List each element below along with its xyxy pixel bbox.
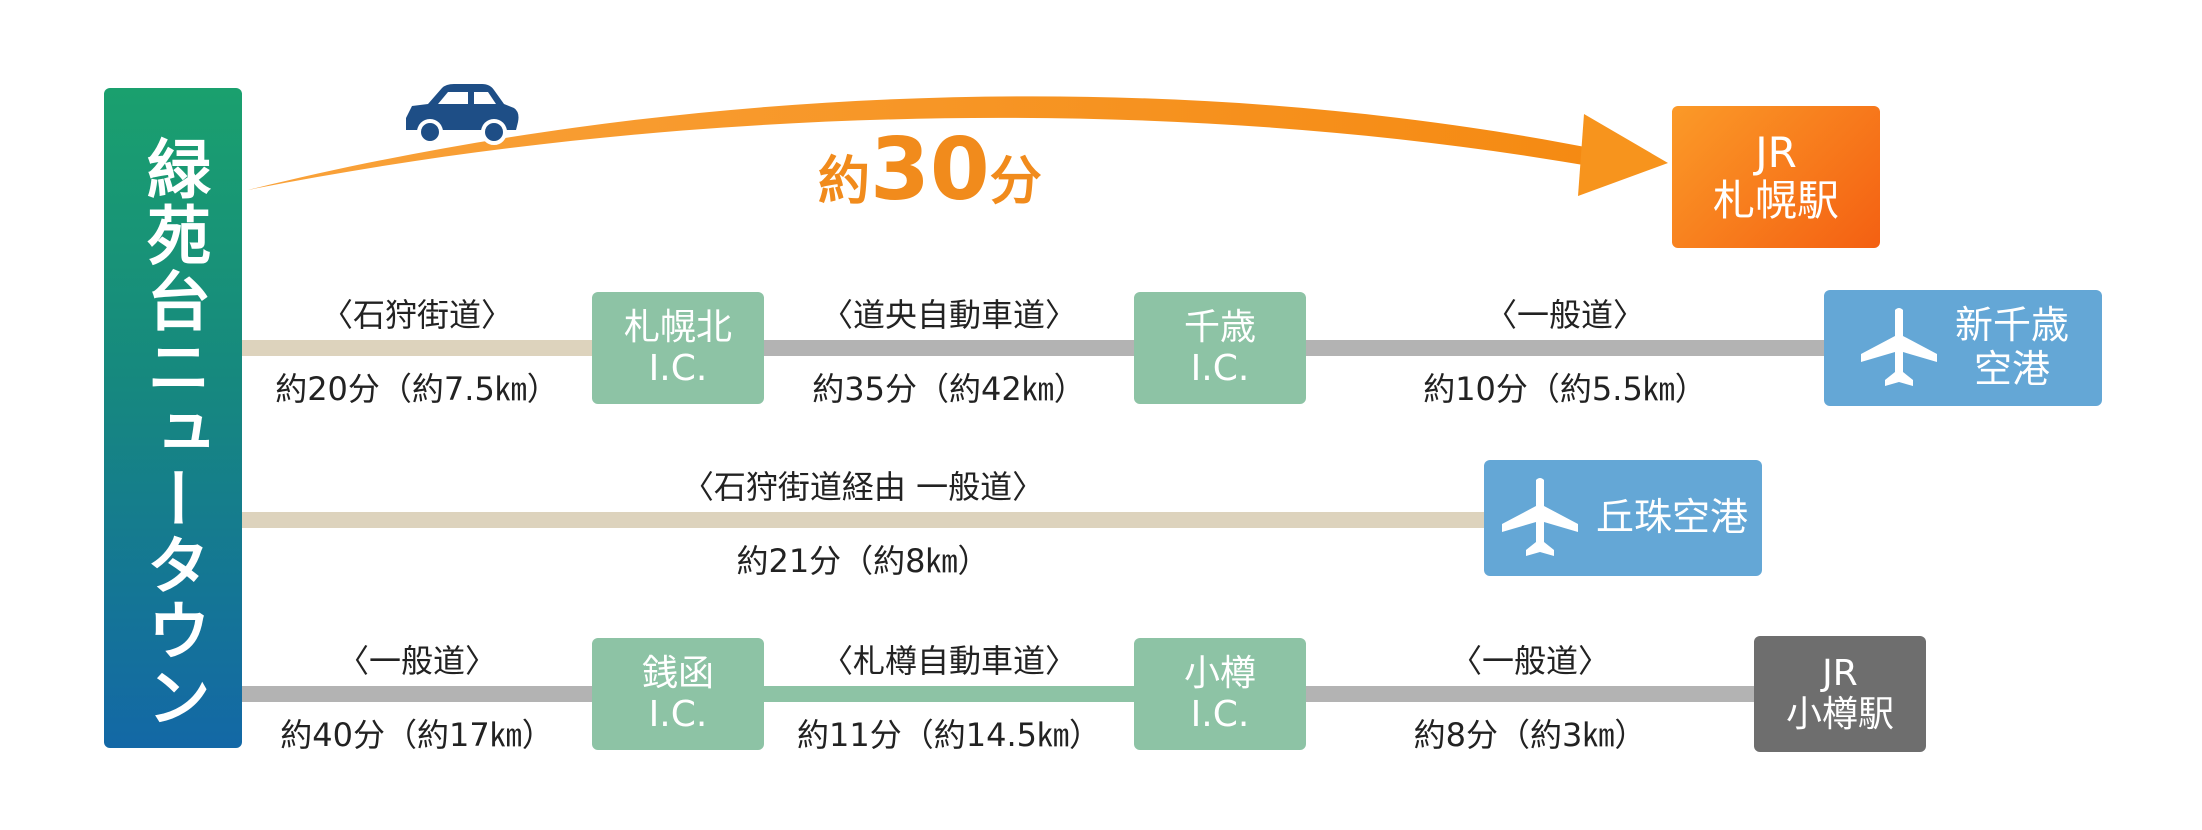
route1-seg2-road: 〈道央自動車道〉: [820, 296, 1077, 334]
time-suffix: 分: [989, 152, 1042, 212]
route1-seg1-line: [242, 340, 592, 356]
ic-suffix: I.C.: [648, 348, 708, 389]
route3-seg1-line: [242, 686, 592, 702]
ic-name: 札幌北: [623, 306, 732, 348]
route2-road: 〈石狩街道経由 一般道〉: [681, 468, 1045, 506]
route1-ic2: 千歳 I.C.: [1134, 292, 1306, 404]
okadama-airport: 丘珠空港: [1484, 460, 1762, 576]
route1-seg1-road: 〈石狩街道〉: [320, 296, 513, 334]
ic-name: 千歳: [1183, 306, 1256, 348]
route1-seg2-line: [764, 340, 1134, 356]
station-line1: JR: [1822, 652, 1858, 694]
station-line1: JR: [1755, 127, 1797, 177]
airport-name: 丘珠空港: [1595, 495, 1748, 540]
airport-line1: 新千歳: [1954, 303, 2069, 348]
route3-seg2-road: 〈札樽自動車道〉: [820, 642, 1077, 680]
route1-ic1: 札幌北 I.C.: [592, 292, 764, 404]
ic-suffix: I.C.: [648, 694, 708, 735]
station-line2: 小樽駅: [1785, 694, 1894, 735]
route3-ic1: 銭函 I.C.: [592, 638, 764, 750]
route3-seg1-road: 〈一般道〉: [336, 642, 497, 680]
route3-seg2-line: [764, 686, 1134, 702]
route3-seg1-info: 約40分（約17㎞）: [280, 716, 554, 754]
route3-ic2: 小樽 I.C.: [1134, 638, 1306, 750]
new-chitose-airport: 新千歳 空港: [1824, 290, 2102, 406]
route2-line: [242, 512, 1484, 528]
jr-sapporo-station: JR 札幌駅: [1672, 106, 1880, 248]
route2-info: 約21分（約8㎞）: [736, 542, 990, 580]
ic-name: 小樽: [1183, 652, 1256, 694]
route1-seg2-info: 約35分（約42㎞）: [812, 370, 1086, 408]
route1-seg1-info: 約20分（約7.5㎞）: [275, 370, 559, 408]
time-prefix: 約: [818, 152, 871, 212]
jr-otaru-station: JR 小樽駅: [1754, 636, 1926, 752]
ic-name: 銭函: [641, 652, 714, 694]
arrow-head: [1578, 114, 1668, 196]
route3-seg3-road: 〈一般道〉: [1449, 642, 1610, 680]
route3-seg2-info: 約11分（約14.5㎞）: [797, 716, 1101, 754]
airport-line2: 空港: [1973, 347, 2050, 391]
route1-seg3-info: 約10分（約5.5㎞）: [1423, 370, 1707, 408]
airplane-icon: [1860, 308, 1937, 386]
route1-seg3-road: 〈一般道〉: [1484, 296, 1645, 334]
car-icon: [406, 84, 519, 145]
station-line2: 札幌駅: [1712, 176, 1839, 225]
time-number: 30: [870, 120, 990, 220]
airplane-icon: [1501, 478, 1578, 556]
ic-suffix: I.C.: [1190, 348, 1250, 389]
top-route-time: 約30分: [818, 120, 1042, 220]
ic-suffix: I.C.: [1190, 694, 1250, 735]
route3-seg3-info: 約8分（約3㎞）: [1413, 716, 1647, 754]
route1-seg3-line: [1306, 340, 1824, 356]
route3-seg3-line: [1306, 686, 1754, 702]
